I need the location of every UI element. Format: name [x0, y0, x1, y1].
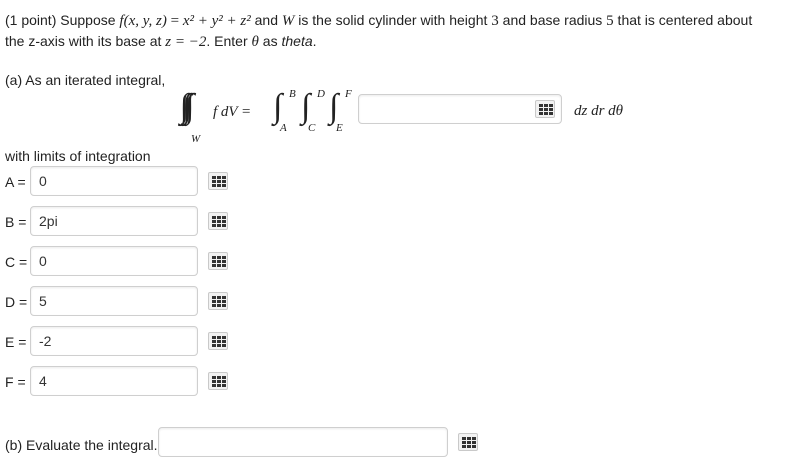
limit-label: E = — [5, 334, 27, 350]
limit-e-label: E — [336, 122, 343, 134]
equation-palette-icon[interactable] — [458, 433, 478, 451]
limit-input[interactable] — [30, 166, 198, 196]
problem-theta-word: theta — [281, 33, 313, 49]
limit-label: D = — [5, 294, 28, 310]
problem-height: 3 — [491, 13, 499, 29]
limit-input[interactable] — [30, 366, 198, 396]
equation-palette-icon[interactable] — [208, 212, 228, 230]
problem-line-2: the z-axis with its base at z = −2. Ente… — [5, 33, 317, 51]
limit-label: B = — [5, 214, 27, 230]
limit-input[interactable] — [30, 286, 198, 316]
region-label: W — [191, 133, 201, 145]
problem-radius: 5 — [606, 13, 614, 29]
problem-line-1: (1 point) Suppose f(x, y, z) = x² + y² +… — [5, 12, 752, 30]
evaluate-integral-input[interactable] — [158, 427, 448, 457]
problem-desc-2: and base radius — [498, 12, 607, 28]
problem-desc-1: is the solid cylinder with height — [294, 12, 492, 28]
equation-palette-icon[interactable] — [208, 372, 228, 390]
equation-palette-icon[interactable] — [535, 100, 555, 118]
limit-a-label: A — [280, 122, 287, 134]
integral-sign-2: ∫ — [301, 88, 311, 125]
problem-and: and — [250, 12, 282, 28]
part-b-label: (b) Evaluate the integral. — [5, 437, 158, 453]
equation-palette-icon[interactable] — [208, 172, 228, 190]
limit-input[interactable] — [30, 246, 198, 276]
problem-equals: = — [166, 13, 183, 29]
limit-input[interactable] — [30, 206, 198, 236]
integrand-input[interactable] — [358, 94, 562, 124]
integral-sign-1: ∫ — [273, 88, 283, 125]
problem-solid-w: W — [281, 13, 295, 29]
equation-palette-icon[interactable] — [208, 292, 228, 310]
problem-line2-c: as — [258, 33, 282, 49]
limit-b-label: B — [289, 88, 296, 100]
problem-z-base: z = −2 — [165, 34, 207, 50]
limit-f-label: F — [345, 88, 352, 100]
limit-input[interactable] — [30, 326, 198, 356]
problem-line2-a: the z-axis with its base at — [5, 33, 166, 49]
integral-lhs: f dV = — [213, 104, 252, 120]
problem-function: f(x, y, z) — [119, 13, 167, 29]
differentials: dz dr dθ — [574, 103, 624, 119]
equation-palette-icon[interactable] — [208, 252, 228, 270]
problem-theta-symbol: θ — [251, 34, 259, 50]
equation-palette-icon[interactable] — [208, 332, 228, 350]
integral-sign-3: ∫ — [329, 88, 339, 125]
problem-line2-b: . Enter — [206, 33, 252, 49]
iterated-integral-formula: ∫∫∫ f dV = W ∫ B A ∫ D C ∫ F E — [185, 86, 360, 148]
problem-line2-d: . — [312, 33, 317, 49]
limit-label: A = — [5, 174, 26, 190]
limits-heading: with limits of integration — [5, 148, 151, 164]
limit-c-label: C — [308, 122, 316, 134]
problem-desc-3: that is centered about — [613, 12, 753, 28]
limit-label: C = — [5, 254, 28, 270]
problem-points: (1 point) Suppose — [5, 12, 120, 28]
part-a-label: (a) As an iterated integral, — [5, 72, 166, 88]
problem-polynomial: x² + y² + z² — [182, 13, 251, 29]
limit-label: F = — [5, 374, 26, 390]
limit-d-label: D — [317, 88, 325, 100]
